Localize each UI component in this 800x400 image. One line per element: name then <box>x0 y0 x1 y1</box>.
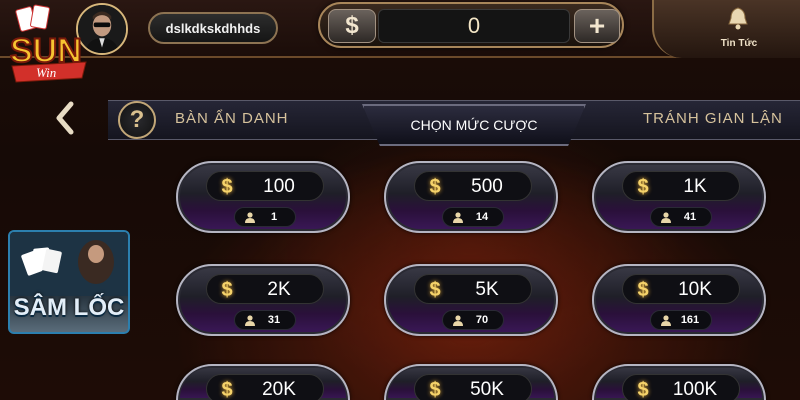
dollar-icon: $ <box>429 175 441 198</box>
dollar-icon: $ <box>221 278 233 301</box>
bet-button-50k[interactable]: $ 50K <box>384 364 558 400</box>
bet-amount-pill: $ 20K <box>206 374 324 400</box>
bet-button-2k[interactable]: $ 2K 31 <box>176 264 350 336</box>
dollar-icon: $ <box>221 175 233 198</box>
bet-button-10k[interactable]: $ 10K 161 <box>592 264 766 336</box>
user-icon <box>661 315 671 326</box>
bet-amount-pill: $ 500 <box>414 171 532 201</box>
bet-amount: 2K <box>267 279 291 300</box>
tab-anti-cheat[interactable]: TRÁNH GIAN LẬN <box>643 110 783 127</box>
game-name: SÂM LỐC <box>13 294 125 321</box>
news-label: Tin Tức <box>720 38 758 49</box>
player-count: 41 <box>683 211 697 223</box>
bet-amount-pill: $ 2K <box>206 274 324 304</box>
bet-button-1k[interactable]: $ 1K 41 <box>592 161 766 233</box>
bet-amount: 50K <box>470 379 504 400</box>
bet-amount: 10K <box>678 279 712 300</box>
back-button[interactable] <box>50 98 80 138</box>
bet-button-100k[interactable]: $ 100K <box>592 364 766 400</box>
question-icon[interactable]: ? <box>118 101 156 139</box>
bet-amount: 5K <box>475 279 499 300</box>
dollar-icon: $ <box>429 278 441 301</box>
bet-amount-pill: $ 50K <box>414 374 532 400</box>
dollar-icon-button[interactable]: $ <box>328 9 376 43</box>
tab-anonymous-table[interactable]: BÀN ẨN DANH <box>175 110 289 127</box>
bet-amount-pill: $ 10K <box>622 274 740 304</box>
bet-amount: 20K <box>262 379 296 400</box>
player-count-badge: 14 <box>442 207 504 227</box>
bet-amount: 1K <box>683 176 707 197</box>
balance-value: 0 <box>378 9 570 43</box>
bell-icon <box>728 7 748 30</box>
user-icon <box>453 212 463 223</box>
bet-button-5k[interactable]: $ 5K 70 <box>384 264 558 336</box>
game-art <box>10 232 128 296</box>
bet-amount: 100 <box>263 176 295 197</box>
logo-subtext: Win <box>36 65 56 80</box>
dollar-icon: $ <box>221 378 233 400</box>
player-count: 14 <box>475 211 489 223</box>
bet-amount-pill: $ 100 <box>206 171 324 201</box>
bet-amount-pill: $ 1K <box>622 171 740 201</box>
dollar-icon: $ <box>637 378 649 400</box>
bet-amount-pill: $ 100K <box>622 374 740 400</box>
user-icon <box>245 212 255 223</box>
user-icon <box>661 212 671 223</box>
player-count: 70 <box>475 314 489 326</box>
player-count: 31 <box>267 314 281 326</box>
bet-amount: 100K <box>672 379 718 400</box>
user-icon <box>245 315 255 326</box>
player-count-badge: 41 <box>650 207 712 227</box>
sunwin-logo: SUN Win <box>2 4 114 90</box>
bet-button-500[interactable]: $ 500 14 <box>384 161 558 233</box>
player-count: 1 <box>270 211 278 223</box>
bet-button-100[interactable]: $ 100 1 <box>176 161 350 233</box>
add-funds-button[interactable]: + <box>574 9 620 43</box>
bet-button-20k[interactable]: $ 20K <box>176 364 350 400</box>
dollar-icon: $ <box>637 278 649 301</box>
player-count-badge: 70 <box>442 310 504 330</box>
username-label: dslkdkskdhhds <box>148 12 278 44</box>
player-count: 161 <box>680 314 700 326</box>
bet-amount-pill: $ 5K <box>414 274 532 304</box>
balance-bar: $ 0 + <box>318 2 624 48</box>
game-card-sam-loc[interactable]: SÂM LỐC <box>8 230 130 334</box>
dollar-icon: $ <box>429 378 441 400</box>
bet-amount: 500 <box>471 176 503 197</box>
dollar-icon: $ <box>637 175 649 198</box>
player-count-badge: 161 <box>650 310 712 330</box>
tab-choose-bet[interactable]: CHỌN MỨC CƯỢC <box>362 104 586 146</box>
news-button[interactable]: Tin Tức <box>652 0 800 58</box>
chevron-left-icon <box>56 101 74 135</box>
user-icon <box>453 315 463 326</box>
player-count-badge: 31 <box>234 310 296 330</box>
player-count-badge: 1 <box>234 207 296 227</box>
